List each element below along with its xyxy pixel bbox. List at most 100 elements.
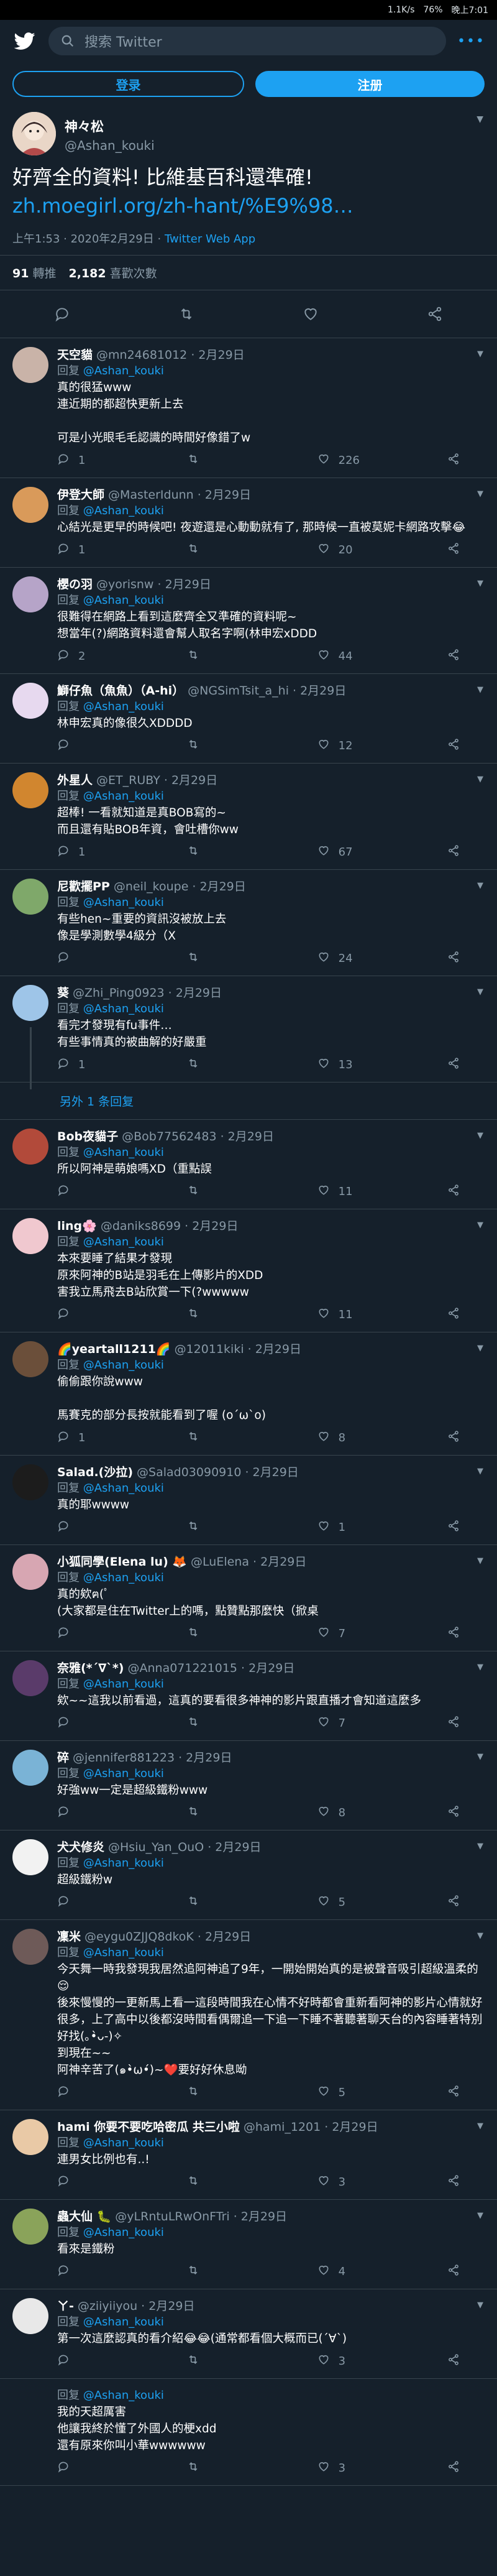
reply-button[interactable] [57, 2085, 154, 2100]
reply-tweet[interactable]: hami 你要不要吃哈密瓜 共三小啦 @hami_1201 · 2月29日 回复 … [0, 2110, 497, 2200]
share-icon[interactable] [427, 306, 443, 322]
like-button[interactable]: 44 [317, 649, 414, 664]
avatar[interactable] [12, 2298, 48, 2334]
like-button[interactable]: 3 [317, 2460, 414, 2476]
share-button[interactable] [447, 1715, 460, 1731]
reply-button[interactable]: 1 [57, 1430, 154, 1446]
avatar[interactable] [12, 487, 48, 523]
share-button[interactable] [447, 2353, 460, 2369]
reply-author-name[interactable]: 伊登大師 [57, 488, 104, 502]
share-button[interactable] [447, 1520, 460, 1535]
replying-to-handle[interactable]: @Ashan_kouki [83, 364, 164, 377]
replying-to-handle[interactable]: @Ashan_kouki [83, 1678, 164, 1691]
replying-to-handle[interactable]: @Ashan_kouki [83, 896, 164, 909]
reply-author-handle[interactable]: @hami_1201 · 2月29日 [244, 2120, 378, 2134]
reply-author-name[interactable]: 尼歡擺PP [57, 880, 110, 893]
reply-tweet[interactable]: 葵 @Zhi_Ping0923 · 2月29日 回复 @Ashan_kouki 看… [0, 976, 497, 1089]
reply-author-handle[interactable]: @LuElena · 2月29日 [191, 1555, 306, 1569]
reply-button[interactable] [57, 2353, 154, 2369]
like-button[interactable]: 3 [317, 2174, 414, 2190]
chevron-down-icon[interactable]: ▼ [477, 1931, 483, 1941]
replying-to-handle[interactable]: @Ashan_kouki [83, 2389, 164, 2402]
avatar[interactable] [12, 1218, 48, 1254]
reply-tweet[interactable]: 天空貓 @mn24681012 · 2月29日 回复 @Ashan_kouki 真… [0, 338, 497, 478]
like-button[interactable]: 5 [317, 1895, 414, 1910]
replying-to-handle[interactable]: @Ashan_kouki [83, 1235, 164, 1249]
reply-tweet[interactable]: 外星人 @ET_RUBY · 2月29日 回复 @Ashan_kouki 超棒! … [0, 764, 497, 870]
replying-to-handle[interactable]: @Ashan_kouki [83, 790, 164, 803]
like-icon[interactable] [303, 306, 319, 322]
replying-to-handle[interactable]: @Ashan_kouki [83, 1767, 164, 1780]
reply-button[interactable] [57, 951, 154, 966]
retweet-button[interactable] [187, 1805, 284, 1821]
reply-author-handle[interactable]: @ET_RUBY · 2月29日 [96, 773, 217, 787]
reply-button[interactable]: 2 [57, 649, 154, 664]
like-button[interactable]: 24 [317, 951, 414, 966]
chevron-down-icon[interactable]: ▼ [477, 2121, 483, 2131]
reply-author-name[interactable]: 天空貓 [57, 348, 93, 362]
avatar[interactable] [12, 1341, 48, 1377]
reply-author-name[interactable]: hami 你要不要吃哈密瓜 共三小啦 [57, 2120, 240, 2134]
reply-author-handle[interactable]: @Hsiu_Yan_OuO · 2月29日 [108, 1840, 262, 1854]
reply-button[interactable] [57, 2174, 154, 2190]
retweet-button[interactable] [187, 453, 284, 468]
reply-tweet[interactable]: ㄚ- @ziiyiiyou · 2月29日 回复 @Ashan_kouki 第一次… [0, 2289, 497, 2379]
retweet-button[interactable] [187, 1895, 284, 1910]
chevron-down-icon[interactable]: ▼ [477, 489, 483, 499]
share-button[interactable] [447, 1626, 460, 1641]
reply-author-name[interactable]: ㄚ- [57, 2299, 74, 2313]
share-button[interactable] [447, 2085, 460, 2100]
replying-to-handle[interactable]: @Ashan_kouki [83, 504, 164, 517]
reply-author-name[interactable]: 碎 [57, 1751, 69, 1765]
like-button[interactable]: 5 [317, 2085, 414, 2100]
like-button[interactable]: 20 [317, 542, 414, 558]
reply-button[interactable] [57, 1895, 154, 1910]
reply-author-handle[interactable]: @neil_koupe · 2月29日 [114, 880, 246, 893]
replying-to-handle[interactable]: @Ashan_kouki [83, 1946, 164, 1959]
tweet-link[interactable]: zh.moegirl.org/zh-hant/%E9%98… [12, 192, 485, 220]
reply-author-name[interactable]: 小狐同學(Elena lu) 🦊 [57, 1555, 187, 1569]
reply-author-handle[interactable]: @Bob77562483 · 2月29日 [122, 1130, 274, 1143]
tweet-source[interactable]: Twitter Web App [165, 233, 255, 246]
share-button[interactable] [447, 453, 460, 468]
reply-button[interactable]: 1 [57, 844, 154, 860]
reply-tweet[interactable]: 伊登大師 @MasterIdunn · 2月29日 回复 @Ashan_kouki… [0, 478, 497, 568]
like-button[interactable]: 11 [317, 1184, 414, 1199]
avatar[interactable] [12, 985, 48, 1021]
reply-tweet[interactable]: 蟲大仙 🐛 @yLRntuLRwOnFTri · 2月29日 回复 @Ashan_… [0, 2200, 497, 2289]
retweet-button[interactable] [187, 1430, 284, 1446]
share-button[interactable] [447, 2174, 460, 2190]
author-name[interactable]: 神々松 [65, 117, 155, 136]
retweet-button[interactable] [187, 844, 284, 860]
reply-tweet[interactable]: 🌈yeartall1211🌈 @12011kiki · 2月29日 回复 @Ash… [0, 1332, 497, 1456]
reply-button[interactable] [57, 1626, 154, 1641]
retweet-button[interactable] [187, 2353, 284, 2369]
reply-author-name[interactable]: 鰤仔魚（魚魚）（A-hi） [57, 684, 184, 698]
reply-author-name[interactable]: 蟲大仙 🐛 [57, 2210, 111, 2223]
avatar[interactable] [12, 2119, 48, 2155]
avatar[interactable] [12, 1464, 48, 1500]
chevron-down-icon[interactable]: ▼ [477, 1467, 483, 1476]
avatar[interactable] [12, 879, 48, 915]
reply-tweet[interactable]: ling🌸 @daniks8699 · 2月29日 回复 @Ashan_kouki… [0, 1209, 497, 1332]
share-button[interactable] [447, 2460, 460, 2476]
reply-tweet[interactable]: 櫻の羽 @yorisnw · 2月29日 回复 @Ashan_kouki 很難得在… [0, 568, 497, 674]
reply-author-handle[interactable]: @yorisnw · 2月29日 [96, 578, 211, 591]
reply-tweet[interactable]: 凜米 @eygu0ZJJQ8dkoK · 2月29日 回复 @Ashan_kouk… [0, 1920, 497, 2110]
retweet-button[interactable] [187, 2085, 284, 2100]
like-button[interactable]: 8 [317, 1805, 414, 1821]
chevron-down-icon[interactable]: ▼ [477, 1131, 483, 1140]
reply-author-handle[interactable]: @MasterIdunn · 2月29日 [108, 488, 251, 502]
share-button[interactable] [447, 1057, 460, 1073]
avatar[interactable] [12, 772, 48, 808]
chevron-down-icon[interactable]: ▼ [477, 1221, 483, 1230]
login-button[interactable]: 登录 [12, 71, 244, 97]
chevron-down-icon[interactable]: ▼ [477, 1663, 483, 1672]
retweet-button[interactable] [187, 649, 284, 664]
avatar[interactable] [12, 2209, 48, 2245]
chevron-down-icon[interactable]: ▼ [477, 2301, 483, 2310]
reply-author-handle[interactable]: @eygu0ZJJQ8dkoK · 2月29日 [84, 1930, 251, 1944]
reply-button[interactable]: 1 [57, 542, 154, 558]
reply-author-name[interactable]: 奈雅(*´∇`*) [57, 1661, 124, 1675]
reply-icon[interactable] [54, 306, 70, 322]
